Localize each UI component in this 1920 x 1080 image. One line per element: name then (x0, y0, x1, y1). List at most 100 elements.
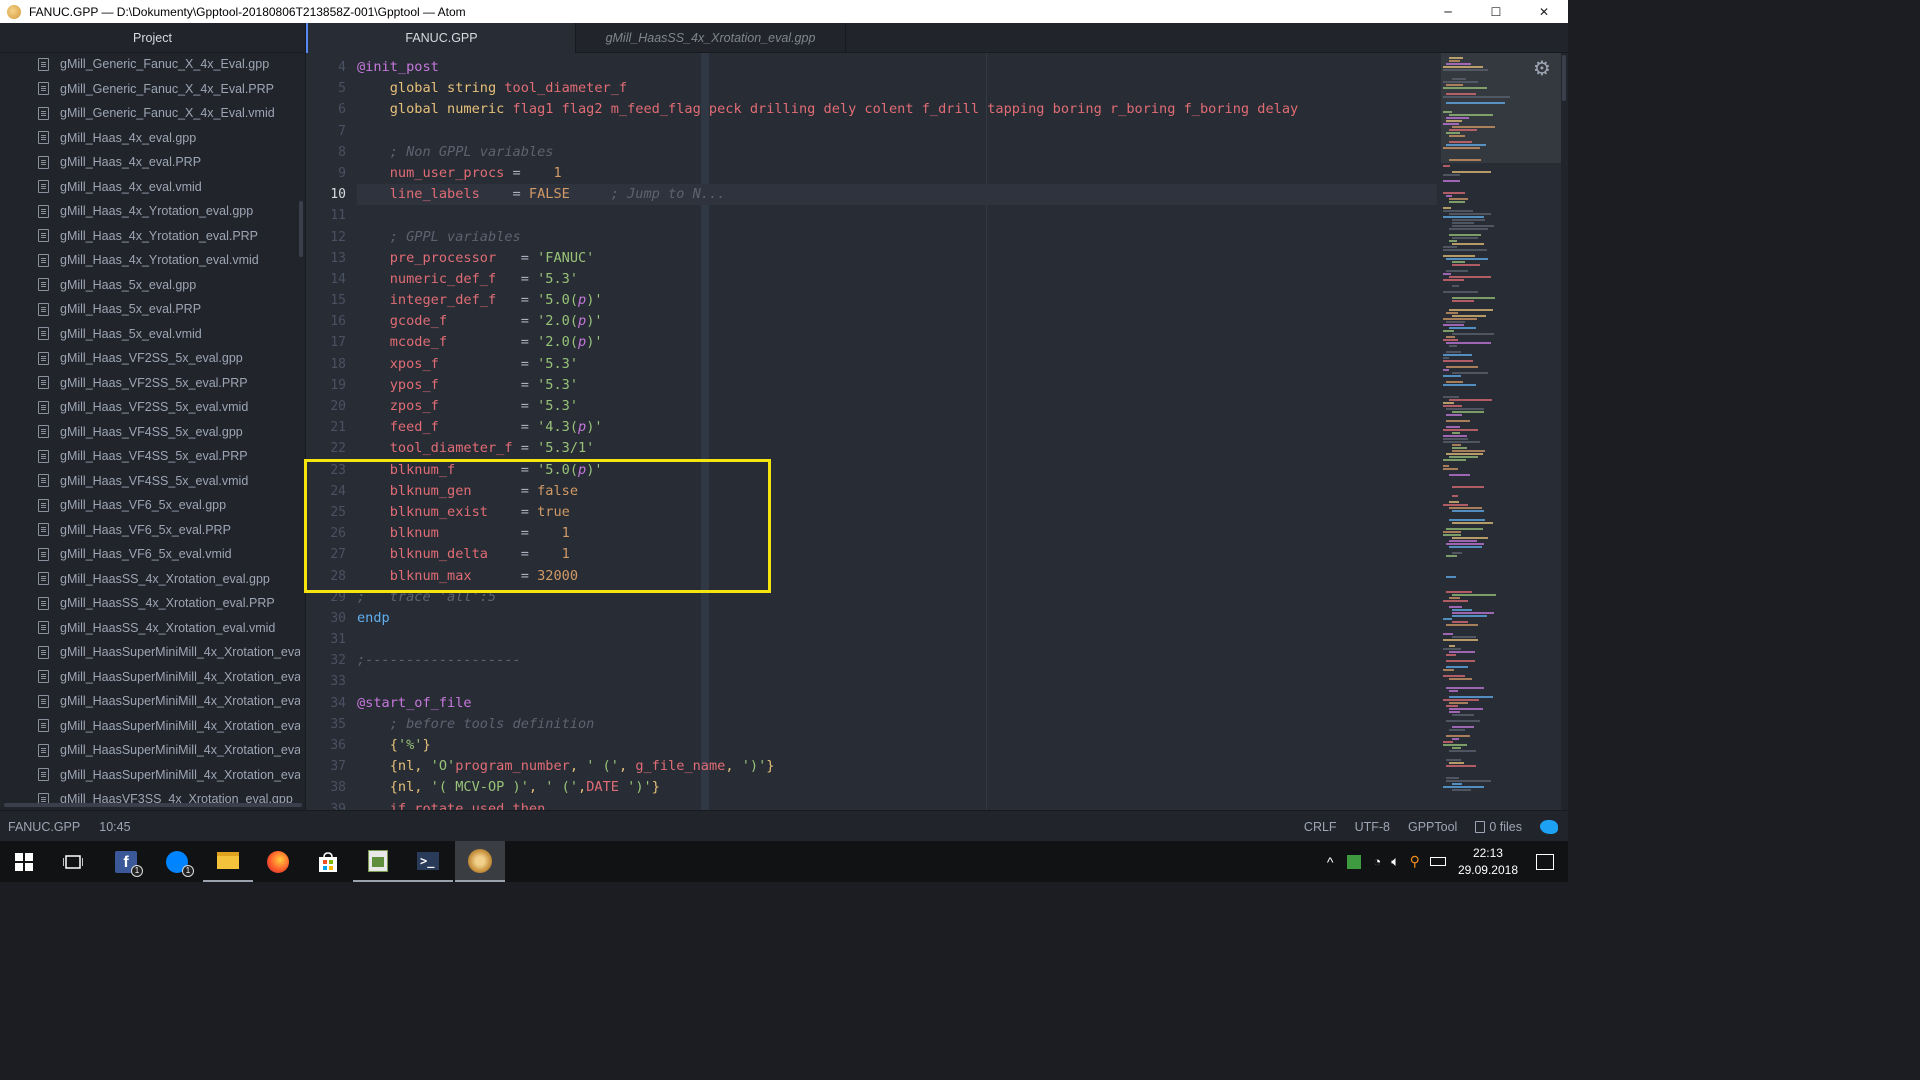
tree-file-item[interactable]: gMill_Generic_Fanuc_X_4x_Eval.PRP (0, 77, 300, 102)
line-number[interactable]: 17 (306, 332, 346, 353)
tree-file-item[interactable]: gMill_Haas_5x_eval.vmid (0, 322, 300, 347)
tree-file-item[interactable]: gMill_Haas_VF4SS_5x_eval.vmid (0, 469, 300, 494)
line-number-gutter[interactable]: 4 5 6 7 8 9 10 11 12 13 14 15 16 17 18 19 20 21 22 23 24 25 26… (306, 57, 346, 810)
status-cursor-position[interactable]: 10:45 (99, 820, 130, 834)
taskbar-store[interactable] (303, 841, 353, 882)
start-button[interactable] (0, 841, 48, 882)
tree-file-item[interactable]: gMill_Haas_5x_eval.gpp (0, 273, 300, 298)
search-icon[interactable]: ⚲ (1410, 853, 1420, 870)
taskbar-facebook[interactable]: f 1 (101, 841, 151, 882)
taskbar-powershell[interactable]: >_ (403, 841, 453, 882)
line-number[interactable]: 39 (306, 799, 346, 810)
tree-file-item[interactable]: gMill_Haas_4x_eval.PRP (0, 150, 300, 175)
code-line[interactable] (357, 121, 1437, 142)
taskbar-firefox[interactable] (253, 841, 303, 882)
project-panel-title[interactable]: Project (0, 23, 305, 53)
code-line[interactable] (357, 205, 1437, 226)
code-line[interactable]: @start_of_file (357, 693, 1437, 714)
status-grammar[interactable]: GPPTool (1408, 820, 1457, 834)
code-line[interactable]: global numeric flag1 flag2 m_feed_flag p… (357, 99, 1437, 120)
close-button[interactable]: ✕ (1520, 0, 1568, 23)
clock[interactable]: 22:13 29.09.2018 (1458, 845, 1518, 879)
line-number[interactable]: 19 (306, 375, 346, 396)
task-view-button[interactable] (48, 841, 98, 882)
code-line[interactable]: {nl, 'O'program_number, ' (', g_file_nam… (357, 756, 1437, 777)
status-encoding[interactable]: UTF-8 (1355, 820, 1390, 834)
status-git-files[interactable]: 0 files (1475, 820, 1522, 834)
editor-scroll-thumb[interactable] (1562, 55, 1566, 101)
line-number[interactable]: 33 (306, 671, 346, 692)
minimap[interactable] (1441, 53, 1561, 810)
chevron-up-icon[interactable]: ^ (1327, 854, 1334, 870)
line-number[interactable]: 32 (306, 650, 346, 671)
minimize-button[interactable]: ─ (1424, 0, 1472, 23)
tree-file-item[interactable]: gMill_Haas_VF2SS_5x_eval.gpp (0, 346, 300, 371)
code-line[interactable]: feed_f = '4.3(p)' (357, 417, 1437, 438)
code-line[interactable]: ;------------------- (357, 650, 1437, 671)
line-number[interactable]: 37 (306, 756, 346, 777)
line-number[interactable]: 14 (306, 269, 346, 290)
tree-file-item[interactable]: gMill_Haas_VF6_5x_eval.vmid (0, 542, 300, 567)
line-number[interactable]: 11 (306, 205, 346, 226)
tree-horizontal-scrollbar[interactable] (4, 803, 302, 807)
tree-file-item[interactable]: gMill_HaasSuperMiniMill_4x_Xrotation_eva… (0, 738, 300, 763)
tree-file-item[interactable]: gMill_HaasSuperMiniMill_4x_Xrotation_eva… (0, 640, 300, 665)
line-number[interactable]: 13 (306, 248, 346, 269)
taskbar-atom[interactable] (455, 841, 505, 882)
tab-gmill-haasss-4x-xrotation[interactable]: gMill_HaasSS_4x_Xrotation_eval.gpp (576, 23, 846, 53)
tree-file-item[interactable]: gMill_HaasSuperMiniMill_4x_Xrotation_eva… (0, 665, 300, 690)
maximize-button[interactable]: ☐ (1472, 0, 1520, 23)
code-line[interactable]: numeric_def_f = '5.3' (357, 269, 1437, 290)
code-line[interactable]: integer_def_f = '5.0(p)' (357, 290, 1437, 311)
line-number[interactable]: 8 (306, 142, 346, 163)
code-line[interactable]: ypos_f = '5.3' (357, 375, 1437, 396)
code-line[interactable]: if rotate_used then (357, 799, 1437, 810)
tree-file-item[interactable]: gMill_Haas_4x_eval.gpp (0, 126, 300, 151)
code-line[interactable]: {nl, '( MCV-OP )', ' (',DATE ')'} (357, 777, 1437, 798)
status-file-name[interactable]: FANUC.GPP (8, 820, 80, 834)
code-line[interactable]: {'%'} (357, 735, 1437, 756)
line-number[interactable]: 5 (306, 78, 346, 99)
line-number[interactable]: 20 (306, 396, 346, 417)
line-number[interactable]: 31 (306, 629, 346, 650)
code-line[interactable]: endp (357, 608, 1437, 629)
tree-file-item[interactable]: gMill_Haas_4x_Yrotation_eval.gpp (0, 199, 300, 224)
volume-icon[interactable]: 🔈︎ (1391, 853, 1399, 870)
tree-file-item[interactable]: gMill_Haas_4x_Yrotation_eval.vmid (0, 248, 300, 273)
status-line-ending[interactable]: CRLF (1304, 820, 1337, 834)
code-line[interactable]: zpos_f = '5.3' (357, 396, 1437, 417)
line-number[interactable]: 30 (306, 608, 346, 629)
tree-file-item[interactable]: gMill_Haas_VF4SS_5x_eval.gpp (0, 420, 300, 445)
line-number[interactable]: 6 (306, 99, 346, 120)
tree-file-item[interactable]: gMill_HaasSS_4x_Xrotation_eval.vmid (0, 616, 300, 641)
line-number[interactable]: 4 (306, 57, 346, 78)
line-number[interactable]: 15 (306, 290, 346, 311)
tree-file-item[interactable]: gMill_Generic_Fanuc_X_4x_Eval.gpp (0, 52, 300, 77)
code-line[interactable]: global string tool_diameter_f (357, 78, 1437, 99)
taskbar-messenger[interactable]: 1 (152, 841, 202, 882)
tree-file-item[interactable]: gMill_Haas_VF2SS_5x_eval.PRP (0, 371, 300, 396)
code-line[interactable] (357, 629, 1437, 650)
line-number[interactable]: 36 (306, 735, 346, 756)
line-number[interactable]: 21 (306, 417, 346, 438)
line-number[interactable]: 22 (306, 438, 346, 459)
taskbar-file-explorer[interactable] (203, 841, 253, 882)
tree-file-item[interactable]: gMill_Haas_VF4SS_5x_eval.PRP (0, 444, 300, 469)
code-line[interactable]: ; before tools definition (357, 714, 1437, 735)
code-line[interactable]: ; GPPL variables (357, 227, 1437, 248)
tree-file-item[interactable]: gMill_HaasSuperMiniMill_4x_Xrotation_eva… (0, 714, 300, 739)
code-line[interactable]: tool_diameter_f = '5.3/1' (357, 438, 1437, 459)
code-editor[interactable]: 4 5 6 7 8 9 10 11 12 13 14 15 16 17 18 19 20 21 22 23 24 25 26… (306, 53, 1441, 810)
tree-file-item[interactable]: gMill_HaasSuperMiniMill_4x_Xrotation_eva… (0, 689, 300, 714)
code-line[interactable]: xpos_f = '5.3' (357, 354, 1437, 375)
tree-file-item[interactable]: gMill_Haas_4x_Yrotation_eval.PRP (0, 224, 300, 249)
code-line[interactable]: gcode_f = '2.0(p)' (357, 311, 1437, 332)
tree-file-item[interactable]: gMill_HaasSS_4x_Xrotation_eval.PRP (0, 591, 300, 616)
code-line[interactable]: ; Non GPPL variables (357, 142, 1437, 163)
line-number[interactable]: 7 (306, 121, 346, 142)
line-number[interactable]: 9 (306, 163, 346, 184)
notifications-icon[interactable] (1536, 853, 1554, 870)
line-number[interactable]: 35 (306, 714, 346, 735)
tray-app-icon[interactable] (1347, 854, 1362, 869)
code-line[interactable]: pre_processor = 'FANUC' (357, 248, 1437, 269)
